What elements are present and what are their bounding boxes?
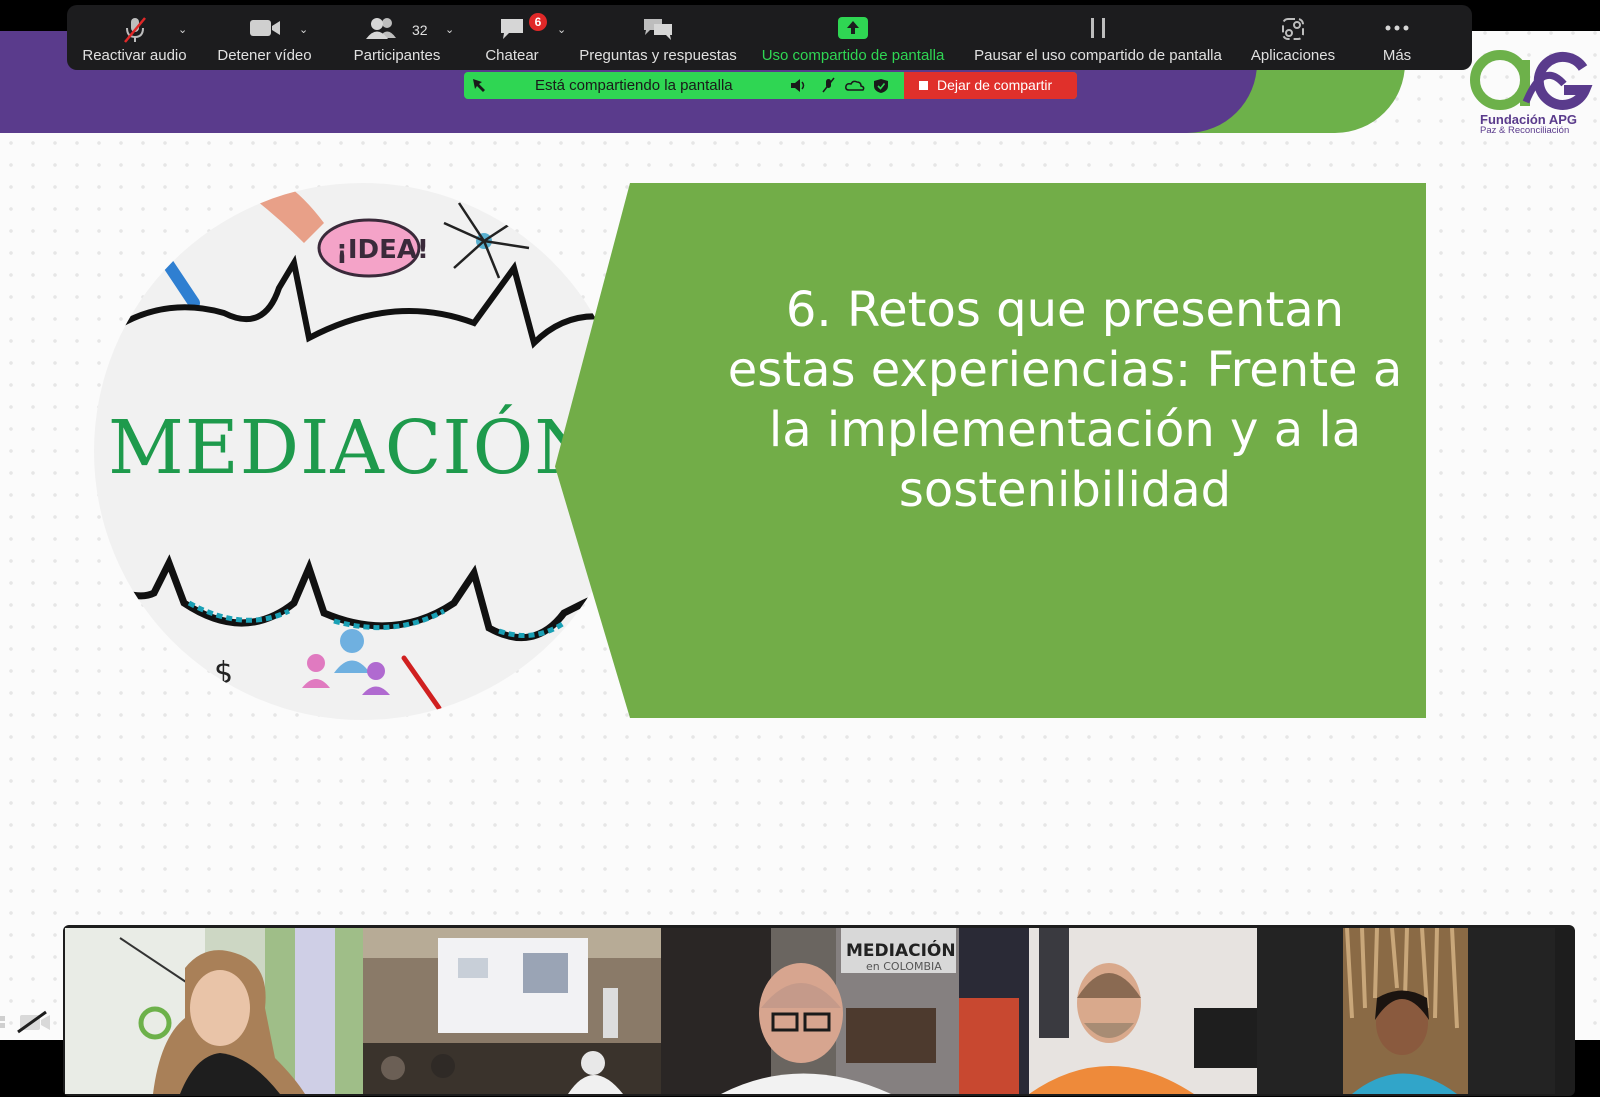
- speaker-icon: [791, 79, 805, 92]
- participant-video-1: [65, 928, 363, 1094]
- participants-chevron-down-icon[interactable]: ⌄: [445, 23, 454, 36]
- sharing-status-text: Está compartiendo la pantalla: [535, 77, 733, 94]
- video-tile-5[interactable]: [1257, 928, 1555, 1094]
- share-screen-label: Uso compartido de pantalla: [761, 47, 945, 64]
- grid-icon[interactable]: [0, 1016, 5, 1028]
- fundacion-apg-logo: Fundación APG Paz & Reconciliación: [1468, 50, 1593, 140]
- microphone-off-icon: [822, 77, 835, 93]
- microphone-muted-icon: [123, 17, 146, 43]
- qa-button[interactable]: Preguntas y respuestas: [579, 5, 737, 70]
- apps-icon: [1282, 18, 1304, 40]
- share-screen-button[interactable]: Uso compartido de pantalla: [757, 5, 949, 70]
- video-tile-4[interactable]: [959, 928, 1257, 1094]
- chat-unread-badge: 6: [529, 13, 547, 31]
- pause-share-button[interactable]: Pausar el uso compartido de pantalla: [967, 5, 1229, 70]
- video-options-chevron-down-icon[interactable]: ⌄: [299, 23, 308, 36]
- unmute-button[interactable]: Reactivar audio: [72, 5, 197, 70]
- video-off-icon[interactable]: [17, 1010, 50, 1034]
- shield-check-icon: [874, 79, 888, 93]
- participants-button[interactable]: Participantes: [327, 5, 467, 70]
- drag-handle-icon[interactable]: [470, 76, 488, 95]
- video-tile-3[interactable]: MEDIACIÓN en COLOMBIA: [661, 928, 959, 1094]
- qa-label: Preguntas y respuestas: [579, 47, 737, 64]
- mediacion-word: MEDIACIÓN: [107, 405, 601, 491]
- share-status-icons: [791, 77, 888, 93]
- video-tile-1[interactable]: [65, 928, 363, 1094]
- cloud-icon: [845, 80, 865, 91]
- mediacion-image: ¡IDEA! $ MEDIACIÓN: [94, 183, 631, 720]
- pause-icon: [1091, 18, 1105, 38]
- more-dots-icon: [1385, 25, 1409, 31]
- participant-video-5: [1257, 928, 1555, 1094]
- share-screen-icon: [838, 17, 868, 39]
- svg-text:$: $: [214, 656, 233, 691]
- participant-video-2: [363, 928, 661, 1094]
- stop-square-icon: [919, 81, 928, 90]
- self-view-controls: [0, 1008, 60, 1041]
- pause-share-label: Pausar el uso compartido de pantalla: [974, 47, 1222, 64]
- slide-title: 6. Retos que presentan estas experiencia…: [727, 282, 1403, 518]
- meeting-toolbar: Reactivar audio ⌄ Detener vídeo ⌄ Partic…: [67, 5, 1472, 70]
- poster-mediacion-text: MEDIACIÓN: [846, 939, 956, 961]
- video-camera-icon: [249, 20, 280, 36]
- poster-colombia-text: en COLOMBIA: [866, 960, 942, 973]
- participant-video-3: MEDIACIÓN en COLOMBIA: [661, 928, 959, 1094]
- unmute-label: Reactivar audio: [82, 47, 187, 64]
- participants-icon: [366, 18, 396, 39]
- more-label: Más: [1382, 47, 1412, 64]
- chat-icon: [501, 19, 523, 39]
- apps-button[interactable]: Aplicaciones: [1243, 5, 1343, 70]
- participants-label: Participantes: [353, 47, 441, 64]
- apps-label: Aplicaciones: [1250, 47, 1336, 64]
- participant-video-4: [959, 928, 1257, 1094]
- video-tile-2[interactable]: [363, 928, 661, 1094]
- stop-video-button[interactable]: Detener vídeo: [202, 5, 327, 70]
- idea-word: ¡IDEA!: [336, 235, 429, 265]
- video-gallery-strip: MEDIACIÓN en COLOMBIA: [63, 925, 1575, 1096]
- stop-share-button[interactable]: Dejar de compartir: [904, 72, 1077, 99]
- logo-subtitle: Paz & Reconciliación: [1480, 125, 1570, 136]
- participants-count: 32: [412, 22, 428, 38]
- more-button[interactable]: Más: [1357, 5, 1437, 70]
- chat-label: Chatear: [485, 47, 539, 64]
- chat-chevron-down-icon[interactable]: ⌄: [557, 23, 566, 36]
- stop-video-label: Detener vídeo: [217, 47, 312, 64]
- apg-logo-mark-icon: [1470, 50, 1593, 110]
- stop-share-label: Dejar de compartir: [937, 77, 1053, 93]
- qa-icon: [644, 19, 672, 40]
- screen-share-bar[interactable]: Está compartiendo la pantalla Dejar de c…: [464, 72, 1077, 99]
- audio-options-chevron-down-icon[interactable]: ⌄: [178, 23, 187, 36]
